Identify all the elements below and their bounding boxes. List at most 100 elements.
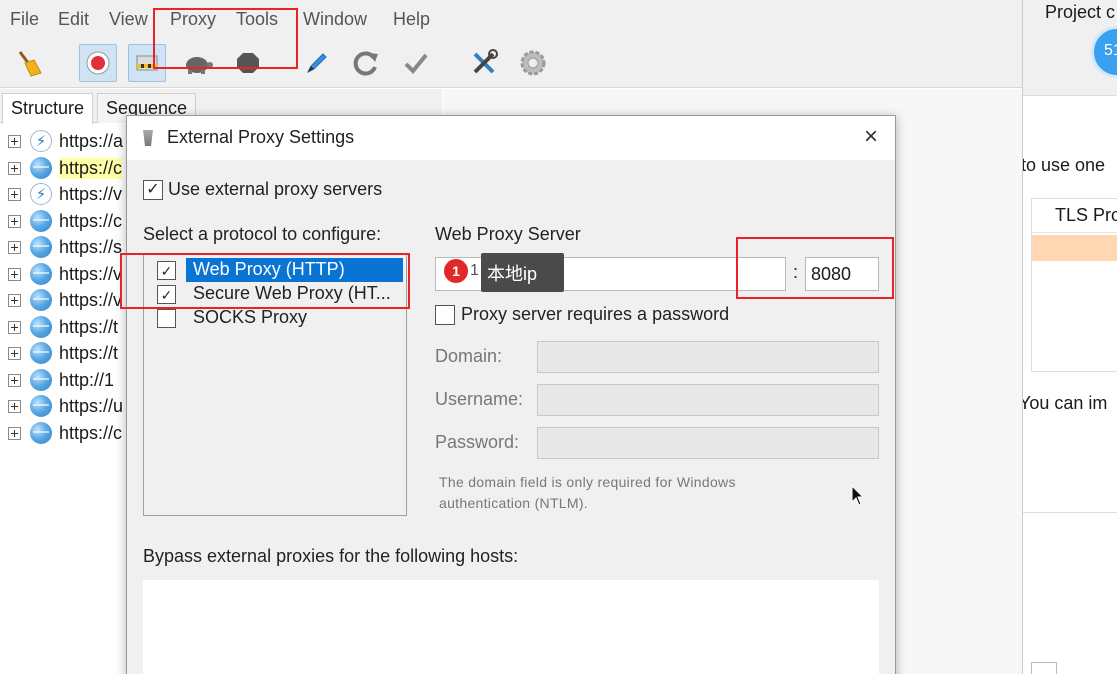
host-port-separator: : bbox=[793, 262, 799, 282]
globe-icon bbox=[30, 342, 52, 364]
toolbar bbox=[0, 42, 1022, 88]
side-panel: Project c 51 to use one TLS Pro You can … bbox=[1022, 0, 1117, 674]
tree-row-label: https://c bbox=[59, 422, 123, 443]
tree-row[interactable]: https://c bbox=[8, 156, 123, 180]
dialog-titlebar: External Proxy Settings × bbox=[127, 116, 895, 160]
menu-proxy[interactable]: Proxy bbox=[170, 9, 216, 30]
menu-help[interactable]: Help bbox=[393, 9, 430, 30]
tree-row-label: https://v bbox=[59, 263, 123, 284]
side-text: to use one bbox=[1022, 155, 1106, 175]
side-header: Project c 51 bbox=[1023, 0, 1117, 96]
tab-structure[interactable]: Structure bbox=[2, 93, 94, 124]
refresh-icon[interactable] bbox=[347, 44, 385, 82]
protocol-label: Web Proxy (HTTP) bbox=[186, 258, 403, 282]
protocol-item-https[interactable]: ✓ Secure Web Proxy (HT... bbox=[144, 282, 406, 306]
stop-icon[interactable] bbox=[229, 44, 267, 82]
globe-icon bbox=[30, 263, 52, 285]
protocol-item-http[interactable]: ✓ Web Proxy (HTTP) bbox=[144, 258, 406, 282]
menu-window[interactable]: Window bbox=[303, 9, 367, 30]
expand-icon[interactable] bbox=[8, 293, 21, 307]
close-icon[interactable]: × bbox=[856, 124, 886, 152]
divider bbox=[1023, 512, 1117, 513]
tree-row-label: https://v bbox=[59, 183, 123, 204]
bypass-hosts-textarea[interactable] bbox=[143, 580, 879, 674]
app-icon bbox=[143, 130, 153, 146]
password-label: Password: bbox=[435, 432, 520, 452]
record-icon[interactable] bbox=[79, 44, 117, 82]
tree-row[interactable]: https://c bbox=[8, 421, 122, 445]
expand-icon[interactable] bbox=[8, 426, 21, 440]
tree-row-label: http://1 bbox=[59, 369, 115, 390]
mouse-cursor-icon bbox=[851, 485, 865, 506]
domain-note: The domain field is only required for Wi… bbox=[439, 474, 736, 511]
menu-tools[interactable]: Tools bbox=[236, 9, 278, 30]
dialog-title: External Proxy Settings bbox=[167, 127, 355, 147]
turtle-icon[interactable] bbox=[179, 44, 217, 82]
throttle-icon[interactable] bbox=[128, 44, 166, 82]
bolt-icon: ⚡ bbox=[30, 183, 52, 205]
tree-row-label: https://a bbox=[59, 130, 124, 151]
side-text: You can im bbox=[1022, 393, 1108, 413]
expand-icon[interactable] bbox=[8, 373, 21, 387]
tree-row[interactable]: ⚡ https://v bbox=[8, 182, 122, 206]
expand-icon[interactable] bbox=[8, 240, 21, 254]
use-external-proxy-checkbox[interactable]: ✓ bbox=[143, 180, 163, 200]
annotation-tooltip: 本地ip bbox=[481, 253, 564, 292]
globe-icon bbox=[30, 369, 52, 391]
expand-icon[interactable] bbox=[8, 214, 21, 228]
broom-icon[interactable] bbox=[10, 44, 48, 82]
requires-password-checkbox[interactable] bbox=[435, 305, 455, 325]
annotation-pin: 1 bbox=[444, 259, 468, 283]
tree-row-label: https://u bbox=[59, 395, 124, 416]
proxy-port-input[interactable]: 8080 bbox=[805, 257, 879, 291]
tree-row-label: https://c bbox=[59, 210, 123, 231]
password-field bbox=[537, 427, 879, 459]
menu-file[interactable]: File bbox=[10, 9, 39, 30]
requires-password-label[interactable]: Proxy server requires a password bbox=[461, 304, 729, 325]
project-label: Project c bbox=[1045, 2, 1116, 22]
expand-icon[interactable] bbox=[8, 320, 21, 334]
bypass-hosts-label: Bypass external proxies for the followin… bbox=[143, 546, 519, 566]
external-proxy-settings-dialog: External Proxy Settings × ✓ Use external… bbox=[126, 115, 896, 674]
tree-row[interactable]: https://s bbox=[8, 235, 122, 259]
settings-icon[interactable] bbox=[514, 44, 552, 82]
globe-icon bbox=[30, 210, 52, 232]
tree-row[interactable]: https://v bbox=[8, 288, 122, 312]
username-label: Username: bbox=[435, 389, 524, 409]
menu-view[interactable]: View bbox=[109, 9, 148, 30]
globe-icon bbox=[30, 422, 52, 444]
side-table-header: TLS Pro bbox=[1032, 199, 1117, 233]
tree-row[interactable]: https://c bbox=[8, 209, 122, 233]
pen-icon[interactable] bbox=[298, 44, 336, 82]
side-input[interactable] bbox=[1031, 662, 1057, 674]
protocol-checkbox[interactable]: ✓ bbox=[157, 261, 176, 280]
tree-row[interactable]: https://t bbox=[8, 341, 118, 365]
protocol-checkbox[interactable]: ✓ bbox=[157, 285, 176, 304]
tree-row[interactable]: http://1 bbox=[8, 368, 114, 392]
tree-row[interactable]: ⚡ https://a bbox=[8, 129, 123, 153]
globe-icon bbox=[30, 157, 52, 179]
tree-row[interactable]: https://v bbox=[8, 262, 122, 286]
tree-row[interactable]: https://u bbox=[8, 394, 123, 418]
protocol-item-socks[interactable]: SOCKS Proxy bbox=[144, 306, 406, 330]
expand-icon[interactable] bbox=[8, 187, 21, 201]
avatar[interactable]: 51 bbox=[1091, 26, 1117, 78]
domain-label: Domain: bbox=[435, 346, 503, 366]
expand-icon[interactable] bbox=[8, 346, 21, 360]
expand-icon[interactable] bbox=[8, 267, 21, 281]
username-field bbox=[537, 384, 879, 416]
globe-icon bbox=[30, 289, 52, 311]
use-external-proxy-label[interactable]: Use external proxy servers bbox=[168, 179, 382, 200]
table-row[interactable] bbox=[1032, 235, 1117, 261]
tree-row[interactable]: https://t bbox=[8, 315, 118, 339]
protocol-checkbox[interactable] bbox=[157, 309, 176, 328]
protocol-label: Secure Web Proxy (HT... bbox=[193, 283, 391, 303]
menu-edit[interactable]: Edit bbox=[58, 9, 89, 30]
expand-icon[interactable] bbox=[8, 134, 21, 148]
check-icon[interactable] bbox=[397, 44, 435, 82]
expand-icon[interactable] bbox=[8, 399, 21, 413]
globe-icon bbox=[30, 236, 52, 258]
tools-icon[interactable] bbox=[465, 44, 503, 82]
tree-row-label: https://c bbox=[59, 157, 123, 179]
expand-icon[interactable] bbox=[8, 161, 21, 175]
